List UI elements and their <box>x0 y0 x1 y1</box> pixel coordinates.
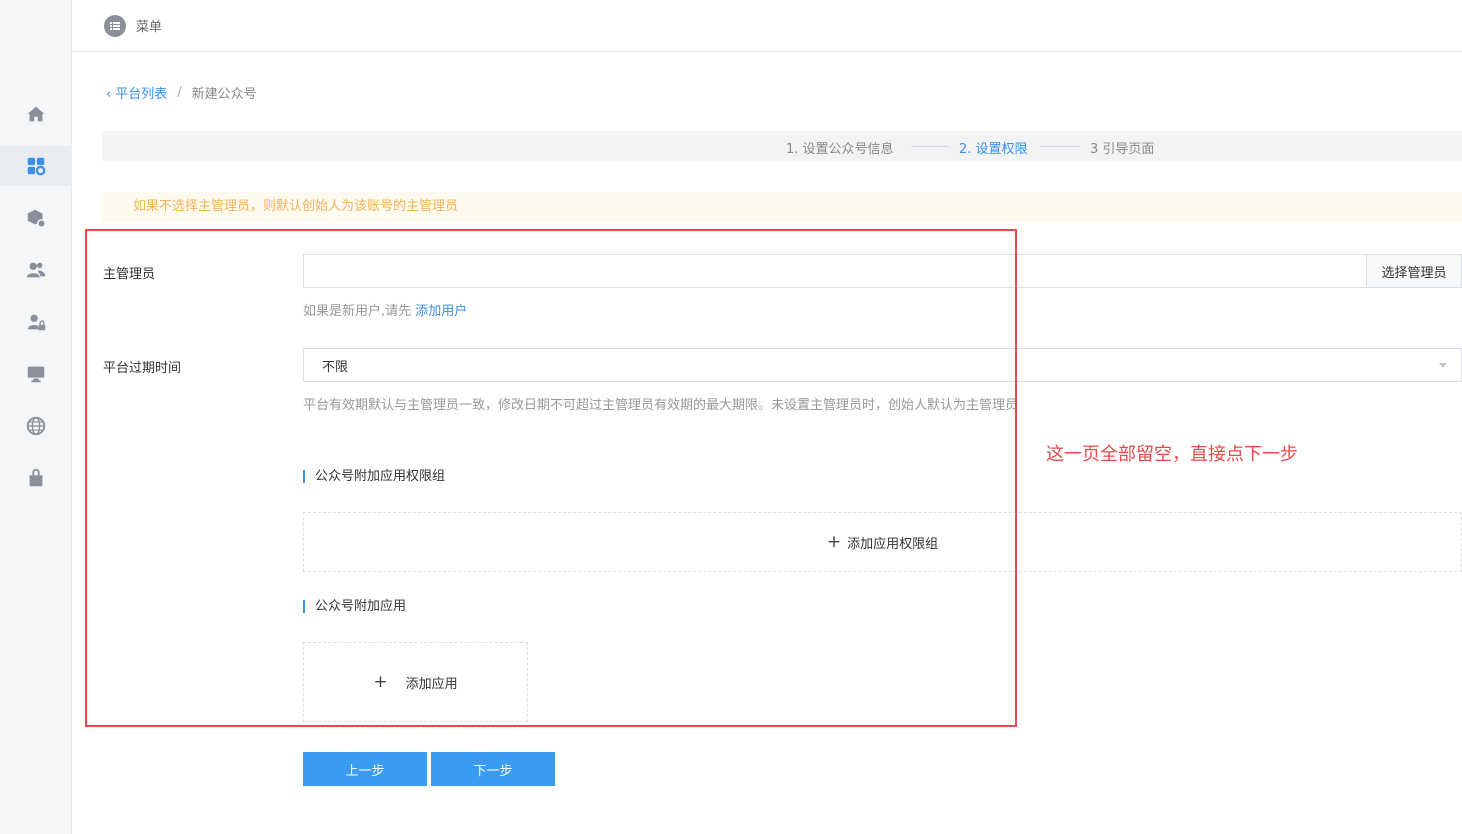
step-indicator: 1. 设置公众号信息 2. 设置权限 3 引导页面 <box>102 131 1462 161</box>
breadcrumb-current: 新建公众号 <box>191 87 257 102</box>
sidebar-item-user-lock[interactable] <box>0 302 72 342</box>
add-perm-group-button[interactable]: + 添加应用权限组 <box>303 512 1462 572</box>
globe-icon <box>26 416 46 436</box>
admin-input-group: 选择管理员 <box>303 254 1462 288</box>
sidebar-item-globe[interactable] <box>0 406 72 446</box>
topbar: 菜单 <box>72 0 1462 52</box>
step-1: 1. 设置公众号信息 <box>786 142 894 157</box>
breadcrumb-back-link[interactable]: ‹ 平台列表 <box>106 83 167 102</box>
admin-label: 主管理员 <box>103 267 156 282</box>
annotation-text: 这一页全部留空，直接点下一步 <box>1046 444 1298 465</box>
sidebar-item-bag[interactable] <box>0 458 72 498</box>
expire-hint: 平台有效期默认与主管理员一致，修改日期不可超过主管理员有效期的最大期限。未设置主… <box>303 398 1019 413</box>
expire-select[interactable]: 不限 <box>303 348 1462 382</box>
notice-banner: 如果不选择主管理员，则默认创始人为该账号的主管理员 <box>102 192 1462 222</box>
perm-group-title: 公众号附加应用权限组 <box>303 470 445 483</box>
add-user-link[interactable]: 添加用户 <box>415 304 467 319</box>
step-2: 2. 设置权限 <box>959 142 1028 157</box>
monitor-icon <box>27 366 45 383</box>
admin-hint: 如果是新用户,请先 添加用户 <box>303 304 468 319</box>
user-lock-icon <box>27 314 46 331</box>
sidebar-item-package[interactable] <box>0 198 72 238</box>
breadcrumb: ‹ 平台列表 / 新建公众号 <box>106 83 257 102</box>
expire-label: 平台过期时间 <box>103 361 182 376</box>
apps-title: 公众号附加应用 <box>303 600 406 613</box>
menu-label[interactable]: 菜单 <box>136 16 162 35</box>
next-step-button[interactable]: 下一步 <box>431 752 555 786</box>
expire-select-value: 不限 <box>322 359 349 375</box>
add-app-button[interactable]: + 添加应用 <box>303 642 528 722</box>
apps-icon <box>27 157 46 176</box>
menu-icon[interactable] <box>104 14 126 37</box>
step-divider <box>1040 146 1080 147</box>
users-icon <box>26 262 46 278</box>
select-admin-button[interactable]: 选择管理员 <box>1366 255 1461 287</box>
bag-icon <box>29 468 43 487</box>
breadcrumb-separator: / <box>177 85 182 100</box>
sidebar <box>0 0 72 834</box>
chevron-down-icon <box>1439 363 1447 368</box>
prev-step-button[interactable]: 上一步 <box>303 752 427 786</box>
step-3: 3 引导页面 <box>1090 142 1155 157</box>
annotation-highlight-box <box>85 229 1017 727</box>
sidebar-item-monitor[interactable] <box>0 354 72 394</box>
plus-icon: + <box>373 672 388 692</box>
step-divider <box>911 146 949 147</box>
sidebar-item-home[interactable] <box>0 94 72 134</box>
sidebar-item-apps[interactable] <box>0 146 72 186</box>
home-icon <box>27 106 45 122</box>
plus-icon: + <box>826 532 842 552</box>
chevron-left-icon: ‹ <box>106 87 112 102</box>
admin-input[interactable] <box>304 255 1366 287</box>
sidebar-item-users[interactable] <box>0 250 72 290</box>
package-settings-icon <box>27 209 46 228</box>
